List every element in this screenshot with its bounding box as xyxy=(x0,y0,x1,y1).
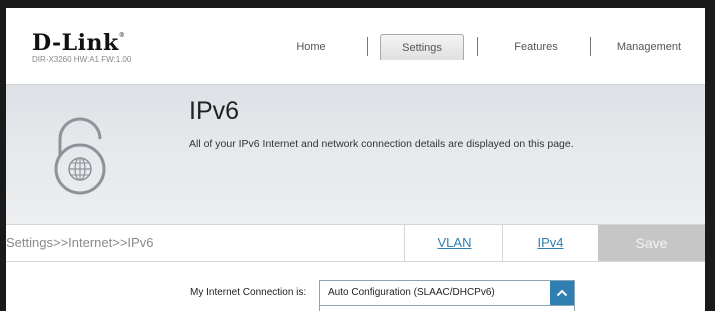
nav-separator xyxy=(590,37,591,56)
page-title: IPv6 xyxy=(189,97,240,125)
frame-edge-top xyxy=(0,0,715,8)
dropdown-toggle-button[interactable] xyxy=(550,281,574,305)
main-nav: Home Settings Features Management xyxy=(6,34,705,60)
connection-type-select[interactable]: Auto Configuration (SLAAC/DHCPv6) xyxy=(319,280,575,306)
connection-type-options-list[interactable] xyxy=(319,306,575,311)
save-button[interactable]: Save xyxy=(598,225,705,261)
frame-edge-right xyxy=(705,0,715,311)
breadcrumb-bar: Settings>>Internet>>IPv6 VLAN IPv4 Save xyxy=(6,224,705,262)
page-description: All of your IPv6 Internet and network co… xyxy=(189,138,574,150)
page-banner: IPv6 All of your IPv6 Internet and netwo… xyxy=(6,84,705,224)
chevron-up-icon xyxy=(556,289,568,297)
nav-features[interactable]: Features xyxy=(496,34,576,60)
vlan-link[interactable]: VLAN xyxy=(405,225,504,261)
breadcrumb: Settings>>Internet>>IPv6 xyxy=(6,235,154,250)
connection-type-value: Auto Configuration (SLAAC/DHCPv6) xyxy=(328,287,495,298)
router-admin-page: D-Link® DIR-X3260 HW:A1 FW:1.00 Home Set… xyxy=(0,0,715,311)
connection-type-label: My Internet Connection is: xyxy=(190,287,307,298)
nav-separator xyxy=(477,37,478,56)
nav-management[interactable]: Management xyxy=(604,34,694,60)
nav-separator xyxy=(367,37,368,56)
ipv6-lock-globe-icon xyxy=(46,113,114,200)
nav-settings[interactable]: Settings xyxy=(380,34,464,60)
top-header: D-Link® DIR-X3260 HW:A1 FW:1.00 Home Set… xyxy=(6,8,705,84)
nav-home[interactable]: Home xyxy=(276,34,346,60)
ipv4-link[interactable]: IPv4 xyxy=(503,225,598,261)
